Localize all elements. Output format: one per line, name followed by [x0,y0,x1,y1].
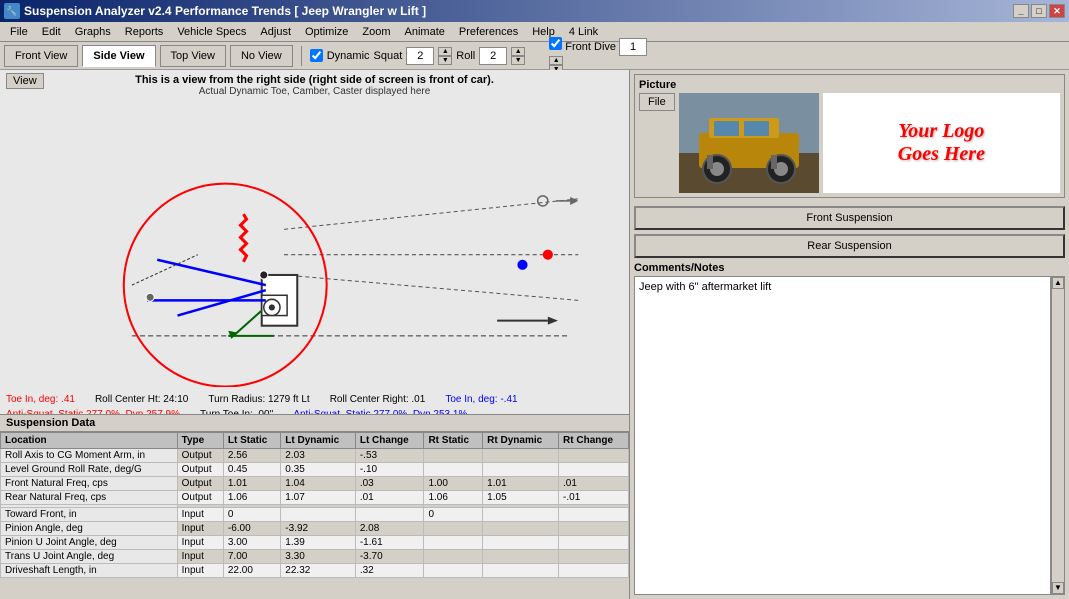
menu-optimize[interactable]: Optimize [299,25,354,39]
picture-file-button[interactable]: File [639,93,675,111]
squat-spinner[interactable]: ▲ ▼ [438,47,452,65]
menu-zoom[interactable]: Zoom [356,25,396,39]
table-row: Roll Axis to CG Moment Arm, inOutput2.56… [1,449,629,463]
scroll-up[interactable]: ▲ [1052,277,1064,289]
table-row: Toward Front, inInput00 [1,508,629,522]
minimize-button[interactable]: _ [1013,4,1029,18]
comments-title: Comments/Notes [634,262,1065,274]
toe-in-left: Toe In, deg: .41 [6,392,75,407]
suspension-buttons: Front Suspension Rear Suspension [634,206,1065,258]
comments-scrollbar[interactable]: ▲ ▼ [1051,276,1065,595]
col-lt-static: Lt Static [223,433,280,449]
col-rt-dynamic: Rt Dynamic [483,433,559,449]
roll-up[interactable]: ▲ [511,47,525,56]
table-row: Pinion U Joint Angle, degInput3.001.39-1… [1,536,629,550]
vehicle-photo [679,93,819,193]
col-type: Type [177,433,223,449]
turn-toe: Turn Toe In: .00'' [200,407,273,415]
main-area: View This is a view from the right side … [0,70,1069,599]
view-button[interactable]: View [6,73,44,89]
vehicle-photo-svg [679,93,819,193]
menu-animate[interactable]: Animate [399,25,451,39]
picture-content: File [639,93,1060,193]
menu-edit[interactable]: Edit [36,25,67,39]
dynamic-label: Dynamic [327,50,370,62]
front-dive-input[interactable] [619,38,647,56]
tab-no-view[interactable]: No View [230,45,293,67]
separator [301,46,302,66]
squat-up[interactable]: ▲ [438,47,452,56]
picture-title: Picture [639,79,1060,91]
view-title: This is a view from the right side (righ… [0,70,629,86]
squat-label: Squat [374,50,403,62]
squat-input[interactable] [406,47,434,65]
col-lt-change: Lt Change [355,433,424,449]
front-dive-checkbox[interactable] [549,37,562,50]
menu-adjust[interactable]: Adjust [254,25,297,39]
scroll-down[interactable]: ▼ [1052,582,1064,594]
front-dive-label: Front Dive [565,41,616,53]
squat-down[interactable]: ▼ [438,56,452,65]
menu-preferences[interactable]: Preferences [453,25,524,39]
roll-input[interactable] [479,47,507,65]
menu-vehicle-specs[interactable]: Vehicle Specs [171,25,252,39]
col-location: Location [1,433,178,449]
app-icon: 🔧 [4,3,20,19]
left-panel: View This is a view from the right side … [0,70,630,599]
toolbar: Front View Side View Top View No View Dy… [0,42,1069,70]
table-row: Rear Natural Freq, cpsOutput1.061.07.011… [1,491,629,505]
roll-center-ht: Roll Center Ht: 24:10 [95,392,188,407]
maximize-button[interactable]: □ [1031,4,1047,18]
menu-reports[interactable]: Reports [119,25,170,39]
comments-text[interactable]: Jeep with 6" aftermarket lift [634,276,1051,595]
col-rt-static: Rt Static [424,433,483,449]
anti-squat-left: Anti-Squat, Static 277.0% Dyn 257.9% [6,407,180,415]
app-title: Suspension Analyzer v2.4 Performance Tre… [24,4,426,18]
dynamic-checkbox[interactable] [310,49,323,62]
logo-area: Your Logo Goes Here [823,93,1060,193]
toe-in-right: Toe In, deg: -.41 [445,392,517,407]
table-row: Pinion Angle, degInput-6.00-3.922.08 [1,522,629,536]
view-subtitle: Actual Dynamic Toe, Camber, Caster displ… [0,86,629,97]
title-bar: 🔧 Suspension Analyzer v2.4 Performance T… [0,0,1069,22]
tab-top-view[interactable]: Top View [160,45,226,67]
close-button[interactable]: ✕ [1049,4,1065,18]
picture-area: Picture File [634,74,1065,198]
col-rt-change: Rt Change [559,433,629,449]
view-area: View This is a view from the right side … [0,70,629,415]
tab-side-view[interactable]: Side View [82,45,155,67]
front-suspension-button[interactable]: Front Suspension [634,206,1065,230]
roll-spinner[interactable]: ▲ ▼ [511,47,525,65]
turn-radius: Turn Radius: 1279 ft Lt [208,392,309,407]
status-bar: Toe In, deg: .41 Roll Center Ht: 24:10 T… [0,390,629,415]
menu-file[interactable]: File [4,25,34,39]
roll-center-right: Roll Center Right: .01 [330,392,426,407]
data-area: Suspension Data Location Type Lt Static … [0,415,629,599]
table-row: Driveshaft Length, inInput22.0022.32.32 [1,564,629,578]
right-panel: Picture File [630,70,1069,599]
suspension-table: Location Type Lt Static Lt Dynamic Lt Ch… [0,432,629,578]
data-title: Suspension Data [0,415,629,432]
anti-squat-right: Anti-Squat, Static 277.0% Dyn 253.1% [293,407,467,415]
tab-front-view[interactable]: Front View [4,45,78,67]
front-dive-section: Front Dive ▲ ▼ [549,37,647,74]
menu-bar: File Edit Graphs Reports Vehicle Specs A… [0,22,1069,42]
table-row: Trans U Joint Angle, degInput7.003.30-3.… [1,550,629,564]
front-dive-up[interactable]: ▲ [549,56,563,65]
roll-label: Roll [456,50,475,62]
table-body: Roll Axis to CG Moment Arm, inOutput2.56… [1,449,629,578]
col-lt-dynamic: Lt Dynamic [281,433,356,449]
table-row: Level Ground Roll Rate, deg/GOutput0.450… [1,463,629,477]
table-row: Front Natural Freq, cpsOutput1.011.04.03… [1,477,629,491]
roll-down[interactable]: ▼ [511,56,525,65]
menu-graphs[interactable]: Graphs [69,25,117,39]
suspension-diagram [0,97,629,387]
comments-area: Comments/Notes Jeep with 6" aftermarket … [634,262,1065,595]
logo-text: Your Logo Goes Here [898,120,985,166]
data-table-container[interactable]: Location Type Lt Static Lt Dynamic Lt Ch… [0,432,629,599]
rear-suspension-button[interactable]: Rear Suspension [634,234,1065,258]
